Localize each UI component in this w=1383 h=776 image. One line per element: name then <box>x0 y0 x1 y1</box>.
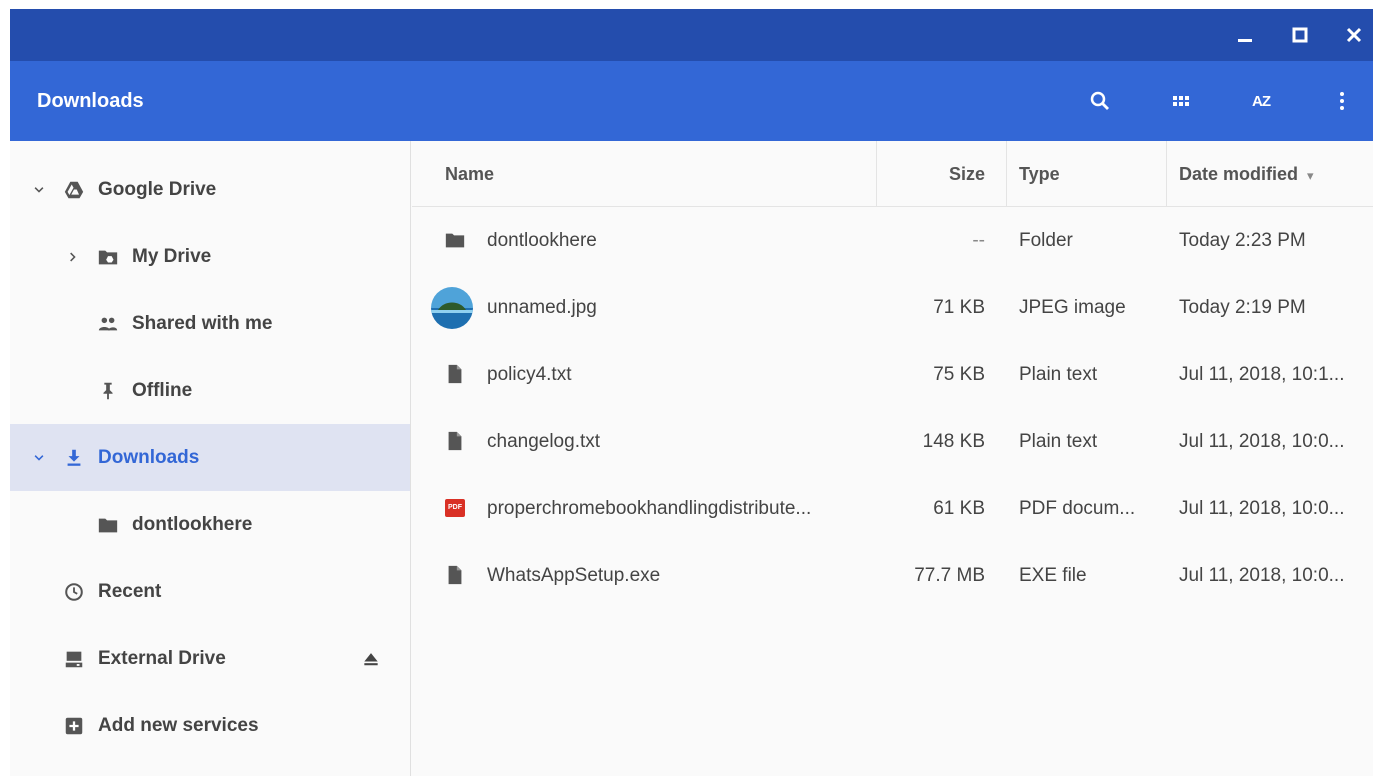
title-bar[interactable] <box>10 9 1373 61</box>
maximize-button[interactable] <box>1274 9 1326 61</box>
sidebar-item-label: Add new services <box>98 714 259 736</box>
sort-descending-icon: ▾ <box>1307 168 1314 183</box>
sidebar-item-label: My Drive <box>132 245 212 267</box>
image-thumbnail <box>430 286 474 330</box>
file-date: Jul 11, 2018, 10:1... <box>1179 364 1345 385</box>
sidebar-item-dontlookhere[interactable]: dontlookhere <box>10 491 410 558</box>
file-type: EXE file <box>1019 565 1087 586</box>
file-type: Folder <box>1019 230 1073 251</box>
column-header-size[interactable]: Size <box>949 141 985 207</box>
maximize-icon <box>1292 27 1308 43</box>
file-type: Plain text <box>1019 431 1098 452</box>
sidebar-item-label: dontlookhere <box>132 513 253 535</box>
file-date: Jul 11, 2018, 10:0... <box>1179 565 1345 586</box>
file-type: Plain text <box>1019 364 1098 385</box>
column-header-name[interactable]: Name <box>445 141 494 207</box>
sidebar-item-label: Shared with me <box>132 312 273 334</box>
folder-icon <box>440 225 470 255</box>
files-app-window: Downloads AZ Google Drive My Drive Share… <box>10 9 1373 776</box>
file-list-header: Name Size Type Date modified ▾ <box>412 141 1373 207</box>
toolbar: Downloads AZ <box>10 61 1373 141</box>
column-divider[interactable] <box>1166 141 1167 207</box>
sidebar-item-google-drive[interactable]: Google Drive <box>10 156 410 223</box>
minimize-button[interactable] <box>1219 9 1271 61</box>
sidebar-item-label: External Drive <box>98 647 226 669</box>
sort-az-icon: AZ <box>1252 92 1271 110</box>
file-size: 75 KB <box>933 364 985 385</box>
pdf-badge: PDF <box>445 499 465 517</box>
file-size: 148 KB <box>922 431 985 452</box>
more-vert-icon <box>1340 92 1344 110</box>
sidebar-item-label: Recent <box>98 580 162 602</box>
file-date: Today 2:19 PM <box>1179 297 1306 318</box>
file-size: 77.7 MB <box>914 565 985 586</box>
external-drive-icon <box>62 647 86 671</box>
file-name: unnamed.jpg <box>487 297 597 318</box>
file-row[interactable]: changelog.txt 148 KB Plain text Jul 11, … <box>412 408 1373 475</box>
sidebar-item-offline[interactable]: Offline <box>10 357 410 424</box>
file-row[interactable]: PDF properchromebookhandlingdistribute..… <box>412 475 1373 542</box>
eject-icon[interactable] <box>359 647 383 671</box>
file-size: 61 KB <box>933 498 985 519</box>
close-icon <box>1346 27 1362 43</box>
column-header-date-modified[interactable]: Date modified ▾ <box>1179 141 1314 207</box>
column-divider[interactable] <box>876 141 877 207</box>
file-date: Jul 11, 2018, 10:0... <box>1179 498 1345 519</box>
grid-view-button[interactable] <box>1161 81 1201 121</box>
download-icon <box>62 446 86 470</box>
file-name: dontlookhere <box>487 230 597 251</box>
sidebar-item-label: Offline <box>132 379 193 401</box>
pin-icon <box>96 379 120 403</box>
sidebar-item-shared-with-me[interactable]: Shared with me <box>10 290 410 357</box>
file-name: properchromebookhandlingdistribute... <box>487 498 812 519</box>
file-list: Name Size Type Date modified ▾ dontlookh… <box>412 141 1373 776</box>
file-name: changelog.txt <box>487 431 601 452</box>
my-drive-icon <box>96 245 120 269</box>
sidebar-item-label: Downloads <box>98 446 200 468</box>
chevron-right-icon[interactable] <box>64 248 82 266</box>
sidebar-item-external-drive[interactable]: External Drive <box>10 625 410 692</box>
file-size: 71 KB <box>933 297 985 318</box>
sort-button[interactable]: AZ <box>1241 81 1281 121</box>
file-icon <box>440 426 470 456</box>
chevron-down-icon[interactable] <box>30 181 48 199</box>
file-icon <box>440 359 470 389</box>
chevron-down-icon[interactable] <box>30 449 48 467</box>
search-icon <box>1090 91 1109 110</box>
clock-icon <box>62 580 86 604</box>
search-button[interactable] <box>1080 81 1120 121</box>
grid-view-icon <box>1173 96 1189 106</box>
add-box-icon <box>62 714 86 738</box>
folder-icon <box>96 513 120 537</box>
sidebar-item-label: Google Drive <box>98 178 217 200</box>
sidebar: Google Drive My Drive Shared with me Off… <box>10 141 411 776</box>
file-type: PDF docum... <box>1019 498 1136 519</box>
sidebar-item-my-drive[interactable]: My Drive <box>10 223 410 290</box>
minimize-icon <box>1238 39 1252 42</box>
file-type: JPEG image <box>1019 297 1126 318</box>
close-button[interactable] <box>1328 9 1373 61</box>
pdf-icon: PDF <box>440 493 470 523</box>
file-row[interactable]: WhatsAppSetup.exe 77.7 MB EXE file Jul 1… <box>412 542 1373 609</box>
column-header-date-label: Date modified <box>1179 164 1299 184</box>
file-icon <box>440 560 470 590</box>
column-header-type[interactable]: Type <box>1019 141 1060 207</box>
file-name: policy4.txt <box>487 364 572 385</box>
more-options-button[interactable] <box>1322 81 1362 121</box>
file-row[interactable]: unnamed.jpg 71 KB JPEG image Today 2:19 … <box>412 274 1373 341</box>
people-icon <box>96 312 120 336</box>
file-name: WhatsAppSetup.exe <box>487 565 661 586</box>
toolbar-title: Downloads <box>37 90 144 112</box>
file-date: Today 2:23 PM <box>1179 230 1306 251</box>
google-drive-icon <box>62 178 86 202</box>
sidebar-item-downloads[interactable]: Downloads <box>10 424 410 491</box>
file-row[interactable]: dontlookhere -- Folder Today 2:23 PM <box>412 207 1373 274</box>
sidebar-item-recent[interactable]: Recent <box>10 558 410 625</box>
file-size: -- <box>972 230 985 251</box>
sidebar-item-add-new-services[interactable]: Add new services <box>10 692 410 759</box>
file-row[interactable]: policy4.txt 75 KB Plain text Jul 11, 201… <box>412 341 1373 408</box>
column-divider[interactable] <box>1006 141 1007 207</box>
file-date: Jul 11, 2018, 10:0... <box>1179 431 1345 452</box>
